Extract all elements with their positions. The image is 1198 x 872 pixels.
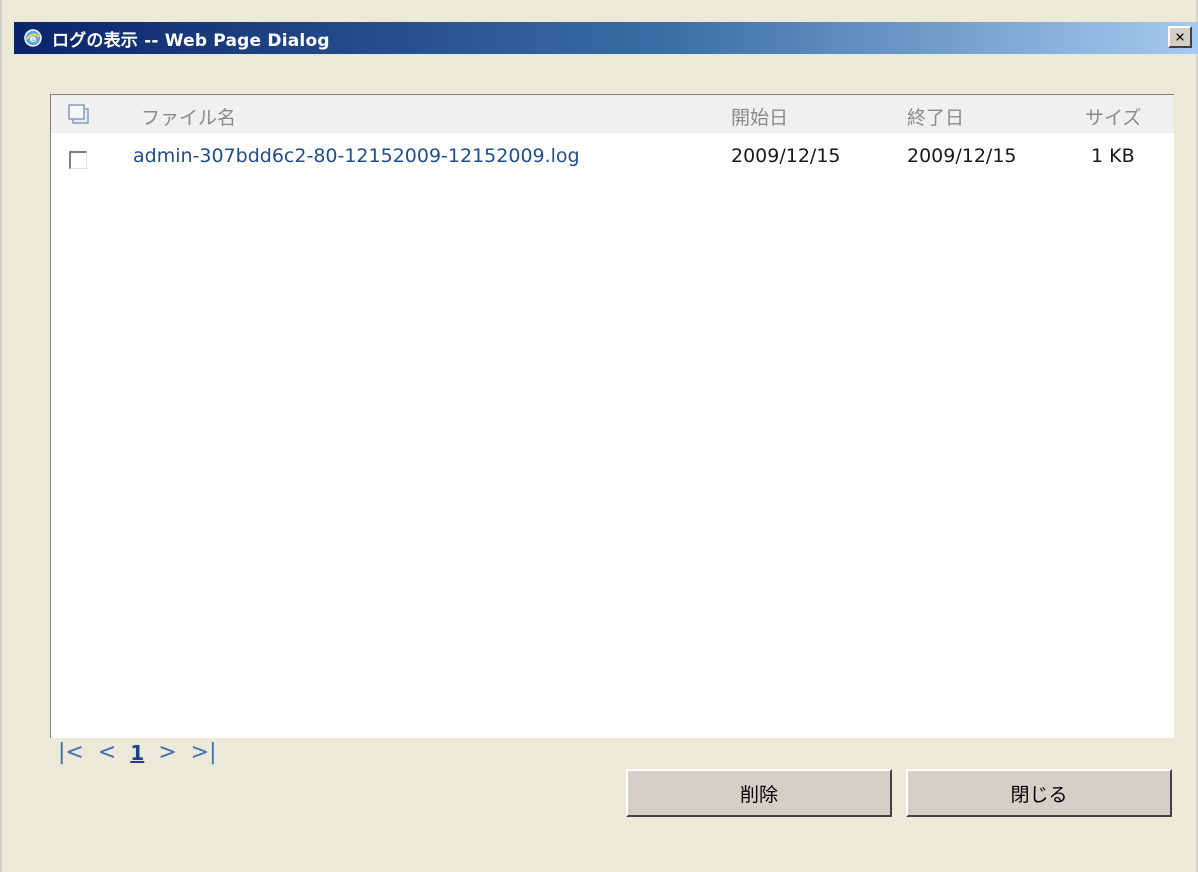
log-list-panel: ファイル名 開始日 終了日 サイズ admin-307bdd6c2-80-121… [50, 94, 1174, 738]
pagination: |< < 1 > >| [58, 740, 217, 765]
table-header: ファイル名 開始日 終了日 サイズ [51, 95, 1174, 133]
end-date-cell: 2009/12/15 [907, 145, 1017, 167]
select-all-icon[interactable] [67, 103, 91, 129]
last-page-button[interactable]: >| [191, 740, 217, 765]
column-header-start-date[interactable]: 開始日 [731, 103, 788, 130]
ie-icon: e [22, 27, 44, 49]
page-number-link[interactable]: 1 [130, 741, 144, 765]
log-file-link[interactable]: admin-307bdd6c2-80-12152009-12152009.log [133, 145, 580, 167]
title-bar: e ログの表示 -- Web Page Dialog [14, 22, 1198, 54]
delete-button[interactable]: 削除 [626, 769, 892, 817]
next-page-button[interactable]: > [158, 740, 176, 765]
column-header-end-date[interactable]: 終了日 [907, 103, 964, 130]
row-checkbox[interactable] [69, 151, 87, 169]
web-page-dialog: e ログの表示 -- Web Page Dialog ファイル名 開始日 終了日… [0, 0, 1198, 872]
start-date-cell: 2009/12/15 [731, 145, 841, 167]
size-cell: 1 KB [1091, 145, 1135, 167]
close-button[interactable]: 閉じる [906, 769, 1172, 817]
svg-text:e: e [30, 34, 37, 45]
dialog-title: ログの表示 -- Web Page Dialog [52, 30, 330, 51]
column-header-filename[interactable]: ファイル名 [141, 103, 236, 130]
table-row: admin-307bdd6c2-80-12152009-12152009.log… [51, 139, 1174, 175]
first-page-button[interactable]: |< [58, 740, 84, 765]
previous-page-button[interactable]: < [98, 740, 116, 765]
column-header-size[interactable]: サイズ [1085, 103, 1141, 130]
close-icon[interactable] [1168, 26, 1192, 48]
